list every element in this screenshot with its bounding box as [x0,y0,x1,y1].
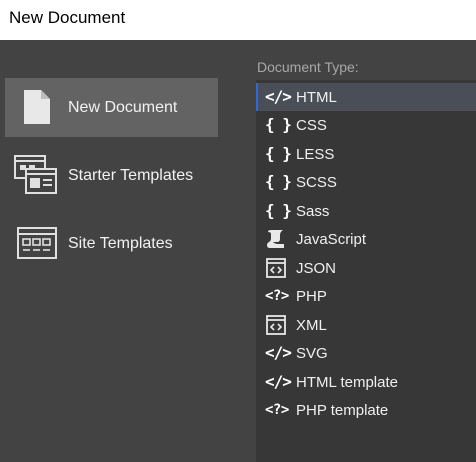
document-type-label-text: CSS [296,117,327,134]
sidebar-item-label: New Document [68,99,178,116]
document-type-css[interactable]: { } CSS [256,111,476,139]
sidebar-item-new-document[interactable]: New Document [5,78,218,137]
document-type-label-text: PHP [296,288,327,305]
curly-braces-icon: { } [265,172,292,191]
code-tag-icon: </> [265,372,292,391]
curly-braces-icon: { } [265,201,292,220]
php-tag-icon: <?> [265,288,289,304]
document-type-xml[interactable]: XML [256,311,476,339]
document-type-label-text: PHP template [296,402,389,419]
document-type-list: </> HTML { } CSS { } LESS { } SCSS { } S… [256,80,476,462]
document-type-label-text: Sass [296,203,330,220]
document-type-label-text: HTML [296,89,337,106]
document-type-html-template[interactable]: </> HTML template [256,368,476,396]
document-icon [23,89,51,130]
document-type-label-text: LESS [296,146,335,163]
document-type-label-text: SVG [296,345,328,362]
document-type-label-text: JSON [296,260,337,277]
sidebar-item-site-templates[interactable]: Site Templates [5,214,218,273]
document-type-less[interactable]: { } LESS [256,140,476,168]
document-type-php-template[interactable]: <?> PHP template [256,396,476,424]
new-document-dialog: New Document New Document Starter Templa… [0,0,476,462]
window-title: New Document [9,8,126,27]
starter-templates-icon [14,155,58,200]
selection-indicator [256,83,258,111]
document-type-sass[interactable]: { } Sass [256,197,476,225]
title-bar: New Document [0,0,476,40]
sidebar-item-starter-templates[interactable]: Starter Templates [5,146,218,205]
document-type-scss[interactable]: { } SCSS [256,168,476,196]
document-type-json[interactable]: JSON [256,254,476,282]
curly-braces-icon: { } [265,115,292,134]
curly-braces-icon: { } [265,144,292,163]
json-window-icon [265,258,291,278]
sidebar-item-label: Site Templates [68,235,173,252]
code-tag-icon: </> [265,343,292,362]
php-tag-icon: <?> [265,402,289,418]
javascript-icon [265,229,291,249]
document-type-label: Document Type: [257,59,359,75]
document-type-javascript[interactable]: JavaScript [256,225,476,253]
site-templates-icon [17,227,57,264]
code-tag-icon: </> [265,87,292,106]
document-type-html[interactable]: </> HTML [256,83,476,111]
document-type-php[interactable]: <?> PHP [256,282,476,310]
document-type-label-text: HTML template [296,374,398,391]
document-type-label-text: XML [296,317,327,334]
sidebar: New Document Starter Templates Site Temp… [0,40,256,462]
document-type-label-text: SCSS [296,174,337,191]
sidebar-item-label: Starter Templates [68,167,194,184]
document-type-svg[interactable]: </> SVG [256,339,476,367]
xml-window-icon [265,315,291,335]
document-type-label-text: JavaScript [296,231,367,248]
